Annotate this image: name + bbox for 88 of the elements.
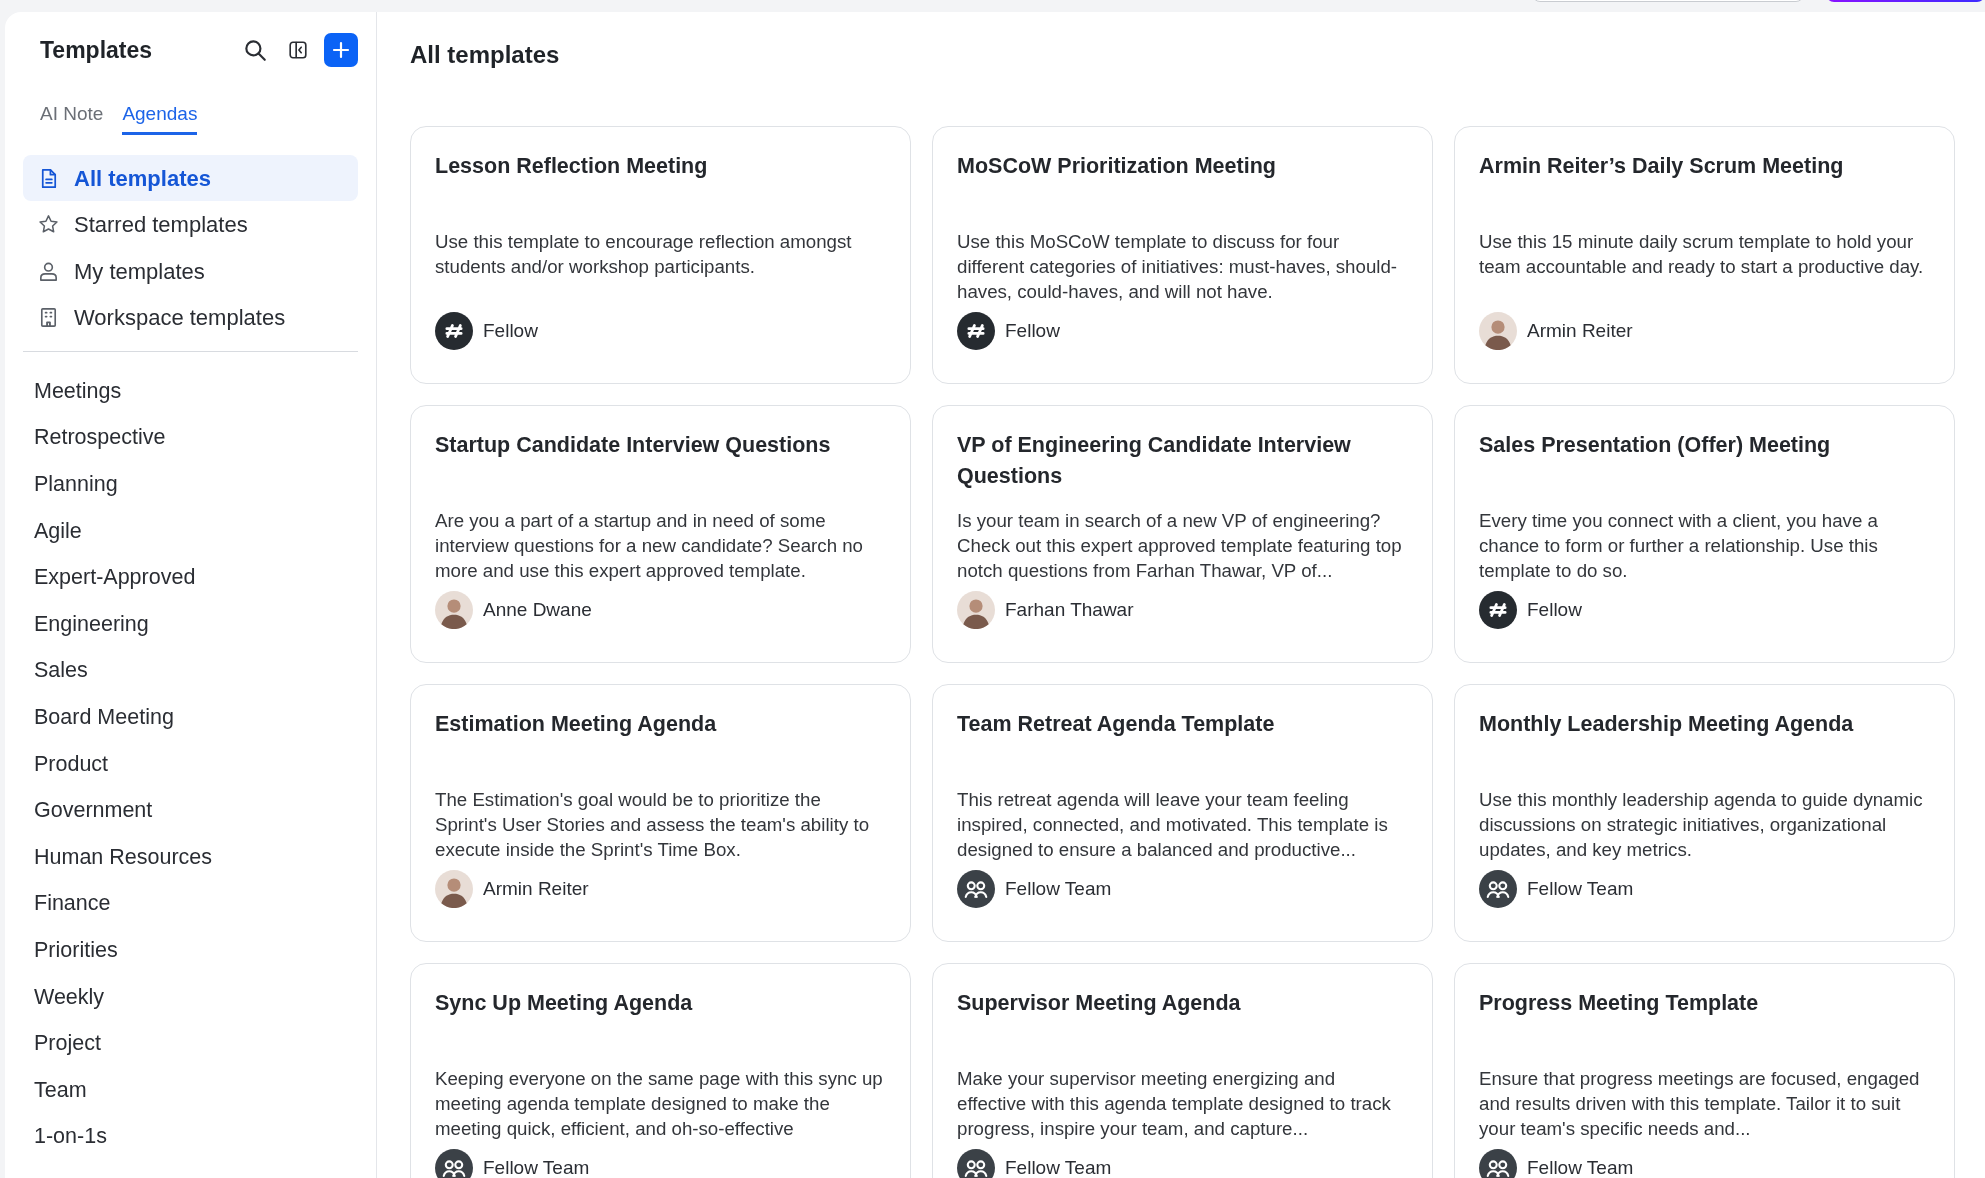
template-card[interactable]: Lesson Reflection Meeting Use this template to encourage reflection amongst students and/or workshop participants. Fellow (410, 126, 911, 384)
logo-icon (435, 312, 473, 350)
author-name: Armin Reiter (1527, 318, 1633, 343)
card-description: Use this template to encourage reflection amongst students and/or workshop participants. (435, 230, 853, 279)
sidebar-icon (287, 39, 309, 61)
logo-icon (1479, 591, 1517, 629)
category-link[interactable]: Project (23, 1020, 358, 1067)
team-icon (1479, 870, 1517, 908)
card-description: Keeping everyone on the same page with this sync up meeting agenda template designed to make the meeting quick, efficient, and oh-so-effective (435, 1067, 884, 1141)
card-title: Progress Meeting Template (1479, 990, 1760, 1017)
avatar-icon (435, 870, 473, 908)
card-description: This retreat agenda will leave your team feeling inspired, connected, and motivated. This template is designed to ensure a balanced and productive... (957, 788, 1389, 862)
category-link[interactable]: Expert-Approved (23, 554, 358, 601)
category-link[interactable]: Finance (23, 880, 358, 927)
template-card[interactable]: Team Retreat Agenda Template This retreat agenda will leave your team feeling inspired, connected, and motivated. This template is designed to ensure a balanced and productive... Fellow Team (932, 684, 1433, 942)
category-link[interactable]: Board Meeting (23, 693, 358, 741)
card-description: Use this monthly leadership agenda to guide dynamic discussions on strategic initiatives, organizational updates, and key metrics. (1479, 788, 1924, 862)
template-card[interactable]: MoSCoW Prioritization Meeting Use this MoSCoW template to discuss for four different categories of initiatives: must-haves, should-haves, could-haves, and will not have. Fellow (932, 126, 1433, 384)
card-title: Sales Presentation (Offer) Meeting (1479, 432, 1832, 459)
template-card[interactable] (932, 405, 1433, 663)
template-card[interactable]: Startup Candidate Interview Questions Are you a part of a startup and in need of some interview questions for a new candidate? Search no more and use this expert approved template. Anne Dwane (410, 405, 911, 663)
card-title: MoSCoW Prioritization Meeting (957, 153, 1277, 180)
card-title: Armin Reiter’s Daily Scrum Meeting (1479, 153, 1845, 180)
page-title: All templates (410, 40, 561, 70)
nav-item[interactable]: All templates (23, 155, 358, 201)
nav-item[interactable]: My templates (23, 248, 358, 295)
author-name: Fellow Team (1527, 876, 1634, 901)
author-name: Fellow Team (1005, 1155, 1112, 1178)
category-link[interactable]: 1-on-1s (23, 1113, 358, 1160)
team-icon (435, 1149, 473, 1178)
template-card[interactable]: Sales Presentation (Offer) Meeting Every time you connect with a client, you have a chance to form or further a relationship. Use this template to do so. Fellow (1454, 405, 1955, 663)
search-icon (242, 37, 268, 63)
card-title: Team Retreat Agenda Template (957, 711, 1276, 738)
author-name: Fellow Team (1005, 876, 1112, 901)
card-description: Make your supervisor meeting energizing and effective with this agenda template designed to track progress, inspire your team, and capture... (957, 1067, 1392, 1141)
add-button[interactable] (324, 33, 358, 67)
card-title: Lesson Reflection Meeting (435, 153, 709, 180)
category-link[interactable]: Engineering (23, 600, 358, 648)
author-name: Fellow Team (483, 1155, 590, 1178)
card-title: Sync Up Meeting Agenda (435, 990, 694, 1017)
card-description: Are you a part of a startup and in need of some interview questions for a new candidate? Search no more and use this expert approved template. (435, 509, 864, 583)
card-title: Startup Candidate Interview Questions (435, 432, 832, 459)
template-card[interactable]: Estimation Meeting Agenda The Estimation's goal would be to prioritize the Sprint's User Stories and assess the team's ability to execute inside the Sprint's Time Box. Armin Reiter (410, 684, 911, 942)
author-name: Farhan Thawar (1005, 597, 1134, 622)
avatar-icon (435, 591, 473, 629)
sidebar-title: Templates (40, 35, 154, 65)
author-name: Armin Reiter (483, 876, 589, 901)
template-card[interactable]: Sync Up Meeting Agenda Keeping everyone on the same page with this sync up meeting agenda template designed to make the meeting quick, efficient, and oh-so-effective Fellow Team (410, 963, 911, 1178)
author-name: Fellow Team (1527, 1155, 1634, 1178)
category-link[interactable]: Retrospective (23, 414, 358, 461)
category-link[interactable]: Planning (23, 460, 358, 508)
author-name: Fellow (1005, 318, 1060, 343)
card-description: Every time you connect with a client, you have a chance to form or further a relationship. Use this template to do so. (1479, 509, 1879, 583)
author-name: Anne Dwane (483, 597, 592, 622)
card-description: Is your team in search of a new VP of engineering? Check out this expert approved template featuring top notch questions from Farhan Thawar, VP of... (957, 509, 1403, 583)
category-link[interactable]: Team (23, 1066, 358, 1114)
team-icon (957, 870, 995, 908)
template-card[interactable]: Monthly Leadership Meeting Agenda Use this monthly leadership agenda to guide dynamic discussions on strategic initiatives, organizational updates, and key metrics. Fellow Team (1454, 684, 1955, 942)
avatar-icon (957, 591, 995, 629)
card-description: The Estimation's goal would be to prioritize the Sprint's User Stories and assess the team's ability to execute inside the Sprint's Time Box. (435, 788, 871, 862)
author-name: Fellow (483, 318, 538, 343)
category-link[interactable]: Sales (23, 647, 358, 694)
card-title: Estimation Meeting Agenda (435, 711, 718, 738)
card-title: VP of Engineering Candidate Interview Questions (957, 432, 1352, 490)
card-description: Use this 15 minute daily scrum template to hold your team accountable and ready to start a productive day. (1479, 230, 1925, 279)
category-link[interactable]: Weekly (23, 973, 358, 1021)
nav-item[interactable]: Workspace templates (23, 294, 358, 341)
category-link[interactable]: Agile (23, 507, 358, 555)
team-icon (957, 1149, 995, 1178)
card-description: Ensure that progress meetings are focused, engaged and results driven with this template. Tailor it to suit your team's specific needs and... (1479, 1067, 1921, 1141)
category-link[interactable]: Meetings (23, 367, 358, 415)
template-card[interactable]: Supervisor Meeting Agenda Make your supervisor meeting energizing and effective with this agenda template designed to track progress, inspire your team, and capture... Fellow Team (932, 963, 1433, 1178)
category-link[interactable]: Government (23, 787, 358, 834)
card-title: Monthly Leadership Meeting Agenda (1479, 711, 1855, 738)
category-link[interactable]: Priorities (23, 926, 358, 974)
card-title: Supervisor Meeting Agenda (957, 990, 1242, 1017)
author-name: Fellow (1527, 597, 1582, 622)
team-icon (1479, 1149, 1517, 1178)
template-card[interactable]: Progress Meeting Template Ensure that progress meetings are focused, engaged and results driven with this template. Tailor it to suit your team's specific needs and... Fellow Team (1454, 963, 1955, 1178)
category-link[interactable]: Human Resources (23, 833, 358, 881)
nav-item[interactable]: Starred templates (23, 201, 358, 248)
tab[interactable]: AI Note (40, 100, 104, 135)
logo-icon (957, 312, 995, 350)
avatar-icon (1479, 312, 1517, 350)
tab[interactable]: Agendas (122, 100, 198, 135)
category-link[interactable]: Product (23, 740, 358, 788)
template-card[interactable]: Armin Reiter’s Daily Scrum Meeting Use this 15 minute daily scrum template to hold your team accountable and ready to start a productive day. Armin Reiter (1454, 126, 1955, 384)
card-description: Use this MoSCoW template to discuss for four different categories of initiatives: must-haves, should-haves, could-haves, and will not have. (957, 230, 1399, 304)
